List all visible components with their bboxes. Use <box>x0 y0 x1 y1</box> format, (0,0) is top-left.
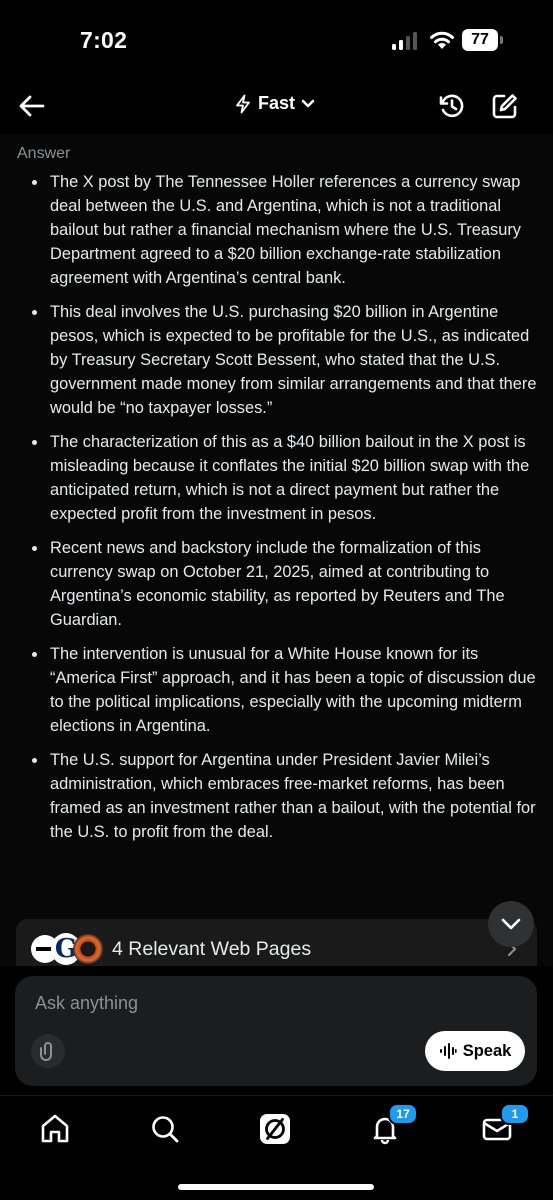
ask-input[interactable]: Ask anything Speak <box>15 976 537 1086</box>
notifications-tab[interactable]: 17 <box>368 1103 418 1146</box>
home-icon[interactable] <box>38 1112 72 1146</box>
attach-button[interactable] <box>31 1034 65 1068</box>
status-time: 7:02 <box>80 27 128 53</box>
web-sources-label: 4 Relevant Web Pages <box>112 938 312 960</box>
chevron-down-icon <box>301 99 315 107</box>
bullet-dot <box>32 440 37 445</box>
top-nav: Fast <box>0 80 553 134</box>
composer-area: Ask anything Speak <box>0 966 553 1095</box>
bullet-dot <box>32 652 37 657</box>
signal-icon <box>392 30 420 50</box>
mode-label: Fast <box>258 93 296 113</box>
web-sources-card[interactable]: G 4 Relevant Web Pages <box>16 919 537 966</box>
status-bar: 7:02 77 <box>0 0 553 80</box>
speak-button[interactable]: Speak <box>425 1031 525 1071</box>
back-arrow-icon[interactable] <box>18 92 46 120</box>
messages-tab[interactable]: 1 <box>480 1103 530 1146</box>
scroll-down-button[interactable] <box>488 901 534 947</box>
bullet-text: The intervention is unusual for a White … <box>50 645 536 735</box>
source-favicon-icon <box>73 934 103 964</box>
bullet-dot <box>32 310 37 315</box>
source-favicons: G <box>31 933 121 965</box>
answer-content: Answer The X post by The Tennessee Holle… <box>0 134 553 966</box>
history-icon[interactable] <box>438 92 466 120</box>
wifi-icon <box>430 31 454 49</box>
paperclip-icon <box>40 1042 52 1061</box>
bullet-text: Recent news and backstory include the fo… <box>50 539 505 629</box>
chevron-down-icon <box>501 918 521 930</box>
answer-bullet: The X post by The Tennessee Holler refer… <box>0 170 553 290</box>
search-icon[interactable] <box>148 1112 182 1146</box>
ask-placeholder: Ask anything <box>35 993 139 1013</box>
mode-selector[interactable]: Fast <box>234 93 315 114</box>
answer-bullets: The X post by The Tennessee Holler refer… <box>0 170 553 854</box>
grok-icon[interactable] <box>258 1112 292 1146</box>
answer-bullet: This deal involves the U.S. purchasing $… <box>0 300 553 420</box>
answer-bullet: Recent news and backstory include the fo… <box>0 536 553 632</box>
answer-bullet: The intervention is unusual for a White … <box>0 642 553 738</box>
home-indicator <box>178 1184 374 1190</box>
battery-icon <box>500 36 503 44</box>
answer-label: Answer <box>17 145 71 162</box>
bullet-dot <box>32 758 37 763</box>
speak-label: Speak <box>462 1041 512 1060</box>
battery-level: 77 <box>462 29 498 51</box>
voice-waveform-icon <box>439 1043 457 1059</box>
bullet-dot <box>32 546 37 551</box>
bullet-text: The characterization of this as a $40 bi… <box>50 433 530 523</box>
answer-bullet: The characterization of this as a $40 bi… <box>0 430 553 526</box>
bottom-tab-bar: 17 1 <box>0 1095 553 1200</box>
bullet-text: The X post by The Tennessee Holler refer… <box>50 173 522 287</box>
bullet-dot <box>32 180 37 185</box>
answer-bullet: The U.S. support for Argentina under Pre… <box>0 748 553 844</box>
grok-answer-screen: 7:02 77 Fast Answer The X post by The Te… <box>0 0 553 1200</box>
bullet-text: The U.S. support for Argentina under Pre… <box>50 751 536 841</box>
notifications-badge: 17 <box>388 1103 418 1125</box>
bullet-text: This deal involves the U.S. purchasing $… <box>50 303 537 417</box>
new-chat-icon[interactable] <box>491 92 519 120</box>
messages-badge: 1 <box>500 1103 530 1125</box>
lightning-icon <box>236 94 250 113</box>
